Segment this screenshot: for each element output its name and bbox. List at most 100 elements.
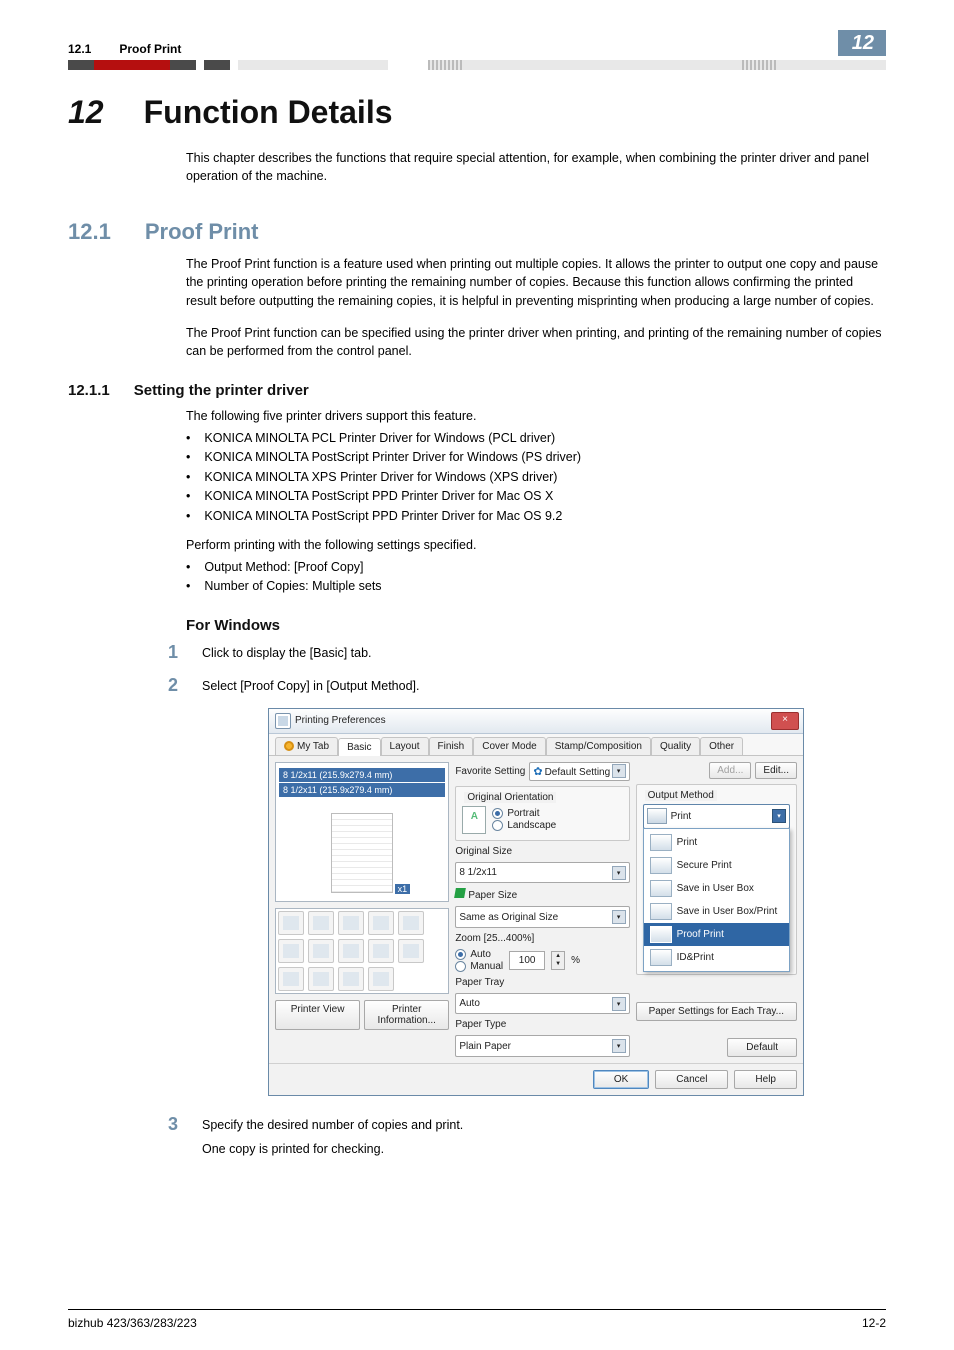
section-title: Proof Print	[145, 219, 259, 245]
option-icon[interactable]	[368, 911, 394, 935]
zoom-value-input[interactable]: 100	[509, 951, 545, 970]
option-icon[interactable]	[278, 967, 304, 991]
printer-icon	[647, 808, 667, 824]
tab-cover-mode[interactable]: Cover Mode	[473, 737, 545, 755]
dialog-button-row: OK Cancel Help	[269, 1063, 803, 1095]
chapter-heading: 12 Function Details	[68, 94, 886, 131]
menu-item-secure-print[interactable]: Secure Print	[644, 854, 789, 877]
favorite-add-button[interactable]: Add...	[709, 762, 751, 779]
step-1: 1 Click to display the [Basic] tab.	[158, 642, 886, 663]
header-section-num: 12.1	[68, 42, 91, 56]
favorite-setting-select[interactable]: ✿Default Setting ▾	[529, 762, 629, 781]
menu-item-id-print[interactable]: ID&Print	[644, 946, 789, 969]
subsection-number: 12.1.1	[68, 382, 110, 399]
driver-dialog-figure: Printing Preferences × My Tab Basic Layo…	[268, 708, 886, 1096]
option-icon[interactable]	[398, 939, 424, 963]
printer-information-button[interactable]: Printer Information...	[364, 1000, 449, 1030]
radio-icon	[455, 949, 466, 960]
section-body-1: The Proof Print function is a feature us…	[186, 255, 886, 309]
default-button[interactable]: Default	[727, 1038, 797, 1057]
paper-size-select[interactable]: Same as Original Size ▾	[455, 906, 629, 928]
settings-list: Output Method: [Proof Copy] Number of Co…	[186, 558, 886, 597]
menu-item-proof-print[interactable]: Proof Print	[644, 923, 789, 946]
combo-value: Same as Original Size	[459, 912, 558, 923]
option-icon[interactable]	[368, 939, 394, 963]
tab-label: Basic	[347, 742, 371, 753]
chapter-number: 12	[68, 94, 104, 131]
orientation-group: Original Orientation Portrait Landscape	[455, 786, 629, 841]
menu-item-save-user-box[interactable]: Save in User Box	[644, 877, 789, 900]
output-method-select[interactable]: Print ▾	[643, 804, 790, 829]
menu-label: Proof Print	[677, 929, 724, 940]
gear-icon: ✿	[533, 766, 542, 778]
zoom-spinner[interactable]: ▲▼	[551, 951, 565, 970]
radio-label: Auto	[470, 949, 491, 960]
chapter-intro: This chapter describes the functions tha…	[186, 149, 886, 185]
running-header: 12.1 Proof Print 12	[68, 30, 886, 56]
ok-button[interactable]: OK	[593, 1070, 649, 1089]
menu-label: ID&Print	[677, 952, 714, 963]
page-thumbnail-icon: x1	[331, 813, 393, 893]
chevron-down-icon: ▾	[612, 910, 626, 924]
option-icon[interactable]	[308, 967, 334, 991]
tab-quality[interactable]: Quality	[651, 737, 700, 755]
tab-finish[interactable]: Finish	[429, 737, 474, 755]
chevron-down-icon: ▾	[772, 809, 786, 823]
option-icon[interactable]	[308, 911, 334, 935]
option-icon[interactable]	[278, 911, 304, 935]
tab-label: Cover Mode	[482, 741, 536, 752]
favorite-edit-button[interactable]: Edit...	[755, 762, 797, 779]
page-preview: 8 1/2x11 (215.9x279.4 mm) 8 1/2x11 (215.…	[275, 762, 449, 902]
combo-value: 8 1/2x11	[459, 867, 497, 878]
tab-other[interactable]: Other	[700, 737, 743, 755]
help-button[interactable]: Help	[734, 1070, 797, 1089]
option-icon[interactable]	[308, 939, 334, 963]
step-text: Click to display the [Basic] tab.	[202, 642, 886, 662]
header-section-title: Proof Print	[119, 42, 181, 56]
step-text: Specify the desired number of copies and…	[202, 1114, 886, 1158]
tab-label: Other	[709, 741, 734, 752]
tab-stamp-composition[interactable]: Stamp/Composition	[546, 737, 651, 755]
paper-tray-select[interactable]: Auto ▾	[455, 993, 629, 1015]
zoom-auto-radio[interactable]: Auto	[455, 949, 503, 960]
group-title: Original Orientation	[464, 792, 556, 803]
option-icon[interactable]	[368, 967, 394, 991]
dialog-titlebar[interactable]: Printing Preferences ×	[269, 709, 803, 734]
footer-product: bizhub 423/363/283/223	[68, 1316, 197, 1330]
step-line: Specify the desired number of copies and…	[202, 1116, 886, 1134]
menu-label: Secure Print	[677, 860, 732, 871]
menu-item-save-user-box-print[interactable]: Save in User Box/Print	[644, 900, 789, 923]
radio-icon	[455, 961, 466, 972]
close-button[interactable]: ×	[771, 712, 799, 730]
zoom-label: Zoom [25...400%]	[455, 933, 629, 944]
paper-type-select[interactable]: Plain Paper ▾	[455, 1035, 629, 1057]
option-icon[interactable]	[338, 911, 364, 935]
paper-type-label: Paper Type	[455, 1019, 629, 1030]
option-icon[interactable]	[278, 939, 304, 963]
option-icon[interactable]	[338, 967, 364, 991]
original-size-select[interactable]: 8 1/2x11 ▾	[455, 862, 629, 884]
step-number: 2	[158, 675, 178, 696]
favorite-value: Default Setting	[545, 767, 611, 778]
chapter-badge: 12	[838, 30, 886, 56]
tab-basic[interactable]: Basic	[338, 738, 380, 756]
tab-layout[interactable]: Layout	[381, 737, 429, 755]
option-icon[interactable]	[398, 911, 424, 935]
list-item: Number of Copies: Multiple sets	[186, 577, 886, 596]
chevron-down-icon: ▾	[612, 764, 626, 778]
combo-value: Print	[671, 811, 692, 822]
subsection-title: Setting the printer driver	[134, 382, 309, 399]
zoom-manual-radio[interactable]: Manual	[455, 961, 503, 972]
tab-label: Stamp/Composition	[555, 741, 642, 752]
printer-view-button[interactable]: Printer View	[275, 1000, 360, 1030]
landscape-radio[interactable]: Landscape	[492, 820, 556, 831]
tab-my-tab[interactable]: My Tab	[275, 737, 338, 755]
favorite-setting-row: Favorite Setting ✿Default Setting ▾	[455, 762, 629, 781]
cancel-button[interactable]: Cancel	[655, 1070, 728, 1089]
portrait-radio[interactable]: Portrait	[492, 808, 556, 819]
chevron-down-icon: ▾	[612, 997, 626, 1011]
option-icon[interactable]	[338, 939, 364, 963]
combo-value: Plain Paper	[459, 1041, 511, 1052]
paper-settings-each-tray-button[interactable]: Paper Settings for Each Tray...	[636, 1002, 797, 1021]
menu-item-print[interactable]: Print	[644, 831, 789, 854]
